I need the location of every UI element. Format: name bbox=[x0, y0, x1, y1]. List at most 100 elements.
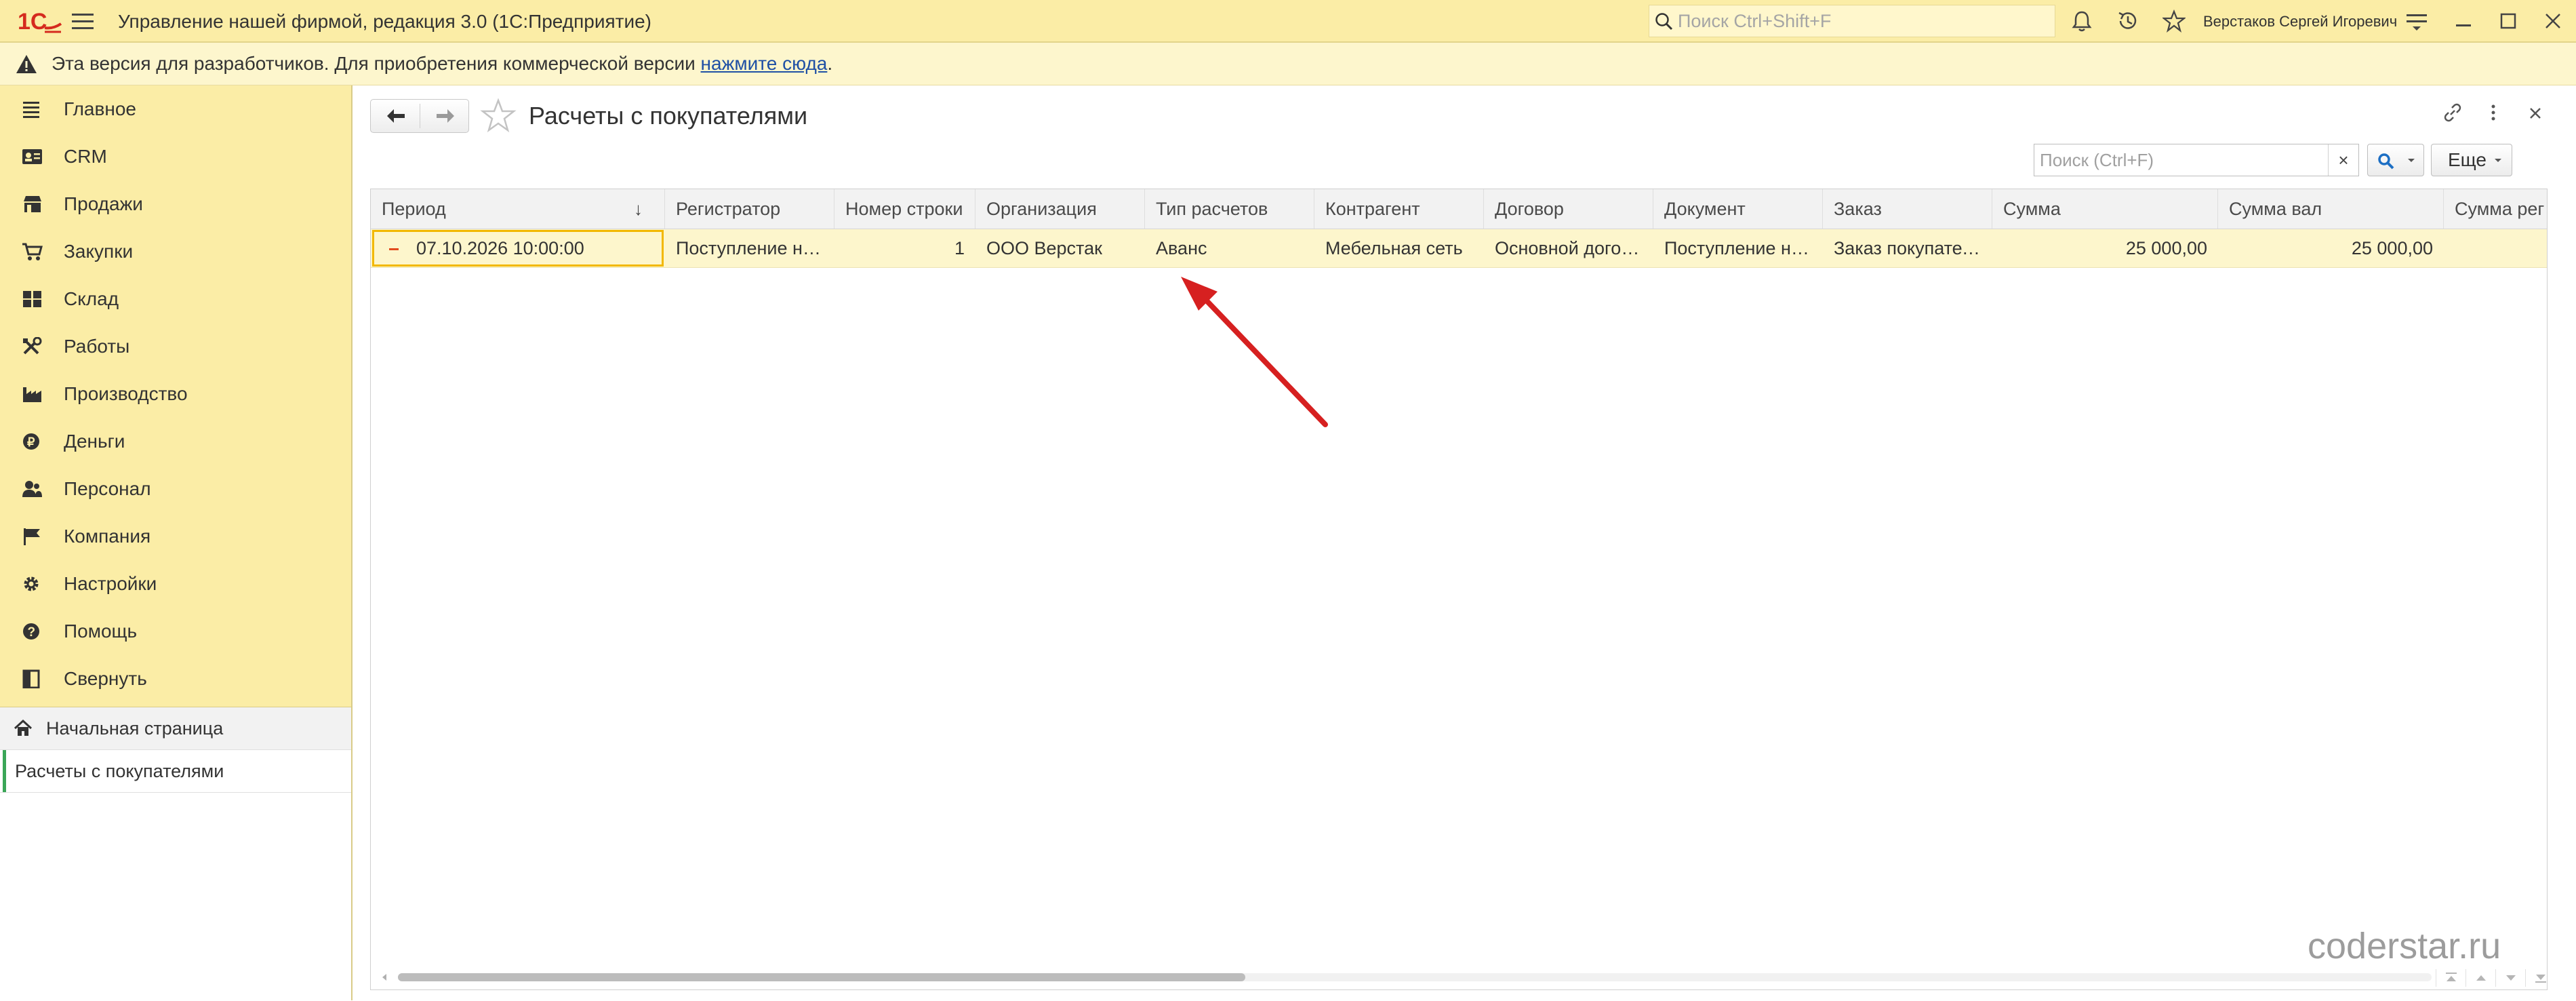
gear-icon bbox=[24, 576, 39, 591]
scroll-left-icon[interactable] bbox=[380, 973, 388, 981]
section-personnel[interactable]: Персонал bbox=[0, 465, 351, 513]
global-search-box[interactable] bbox=[1649, 5, 2055, 37]
section-sales[interactable]: Продажи bbox=[0, 180, 351, 228]
section-settings[interactable]: Настройки bbox=[0, 560, 351, 608]
form-search-input[interactable] bbox=[2040, 144, 2325, 176]
home-page-tab[interactable]: Начальная страница bbox=[0, 707, 351, 750]
period-value: 07.10.2026 10:00:00 bbox=[416, 238, 584, 258]
cell-period[interactable]: 07.10.2026 10:00:00 bbox=[372, 230, 664, 267]
svg-text:?: ? bbox=[28, 625, 36, 640]
search-options-button[interactable] bbox=[2367, 144, 2424, 176]
column-header-order[interactable]: Заказ bbox=[1823, 189, 1992, 229]
column-header-amount-currency[interactable]: Сумма вал bbox=[2218, 189, 2444, 229]
scrollbar-track[interactable] bbox=[398, 973, 2432, 981]
help-icon: ? bbox=[23, 623, 39, 640]
section-label: Настройки bbox=[64, 573, 157, 594]
scroll-to-top-button[interactable] bbox=[2436, 969, 2466, 987]
maximize-icon[interactable] bbox=[2499, 9, 2519, 33]
favorites-star-icon[interactable] bbox=[2162, 9, 2186, 33]
cell-contract[interactable]: Основной договор bbox=[1484, 229, 1653, 267]
section-money[interactable]: ₽ Деньги bbox=[0, 418, 351, 465]
collapse-panel-icon bbox=[22, 669, 40, 688]
section-warehouse[interactable]: Склад bbox=[0, 275, 351, 323]
column-header-registrar[interactable]: Регистратор bbox=[665, 189, 834, 229]
section-main[interactable]: Главное bbox=[0, 85, 351, 133]
global-search-input[interactable] bbox=[1678, 5, 2044, 37]
column-header-label: Сумма рег bbox=[2455, 199, 2545, 219]
horizontal-scrollbar[interactable] bbox=[371, 968, 2547, 988]
user-name[interactable]: Верстаков Сергей Игоревич bbox=[2203, 0, 2397, 43]
section-production[interactable]: Производство bbox=[0, 370, 351, 418]
cell-registrar[interactable]: Поступление на счет bbox=[665, 229, 834, 267]
forward-button[interactable] bbox=[420, 100, 469, 132]
factory-icon bbox=[23, 387, 41, 402]
link-icon[interactable] bbox=[2440, 100, 2465, 125]
crm-card-icon bbox=[22, 149, 42, 164]
column-header-settlement-type[interactable]: Тип расчетов bbox=[1145, 189, 1314, 229]
chevron-down-icon bbox=[2408, 159, 2415, 162]
history-icon[interactable] bbox=[2116, 9, 2139, 33]
cell-counterparty[interactable]: Мебельная сеть bbox=[1314, 229, 1484, 267]
open-window-customer-settlements[interactable]: Расчеты с покупателями bbox=[0, 750, 351, 793]
close-window-icon[interactable] bbox=[2543, 9, 2564, 33]
cell-organization[interactable]: ООО Верстак bbox=[975, 229, 1145, 267]
column-header-amount[interactable]: Сумма bbox=[1992, 189, 2218, 229]
column-header-contract[interactable]: Договор bbox=[1484, 189, 1653, 229]
ruble-coin-icon: ₽ bbox=[23, 433, 39, 450]
cell-document[interactable]: Поступление на счет bbox=[1653, 229, 1823, 267]
section-label: Персонал bbox=[64, 478, 151, 499]
bell-icon[interactable] bbox=[2070, 9, 2093, 33]
column-header-line-number[interactable]: Номер строки bbox=[834, 189, 975, 229]
scroll-bottom-icon bbox=[2535, 975, 2546, 983]
column-header-label: Сумма вал bbox=[2229, 199, 2322, 219]
form-title: Расчеты с покупателями bbox=[529, 102, 808, 130]
section-purchases[interactable]: Закупки bbox=[0, 228, 351, 275]
form-search-box[interactable]: × bbox=[2034, 144, 2359, 176]
scroll-to-bottom-button[interactable] bbox=[2525, 969, 2547, 987]
back-button[interactable] bbox=[371, 100, 420, 132]
more-button-label: Еще bbox=[2448, 149, 2487, 170]
section-crm[interactable]: CRM bbox=[0, 133, 351, 180]
arrow-right-icon bbox=[437, 109, 454, 123]
settlements-table[interactable]: Период ↓ Регистратор Номер строки Органи… bbox=[370, 189, 2548, 990]
cell-amount-currency[interactable]: 25 000,00 bbox=[2218, 229, 2444, 267]
section-collapse[interactable]: Свернуть bbox=[0, 655, 351, 703]
svg-text:1С: 1С bbox=[18, 9, 47, 33]
minimize-icon[interactable] bbox=[2454, 9, 2474, 33]
section-label: CRM bbox=[64, 146, 107, 167]
main-menu-icon[interactable] bbox=[72, 12, 95, 32]
close-form-icon[interactable] bbox=[2527, 100, 2545, 125]
section-company[interactable]: Компания bbox=[0, 513, 351, 560]
table-row[interactable]: 07.10.2026 10:00:00 Поступление на счет … bbox=[371, 229, 2547, 268]
section-works[interactable]: Работы bbox=[0, 323, 351, 370]
clear-search-button[interactable]: × bbox=[2328, 144, 2358, 176]
site-watermark: coderstar.ru bbox=[2308, 926, 2501, 966]
column-header-label: Контрагент bbox=[1325, 199, 1420, 219]
cell-settlement-type[interactable]: Аванс bbox=[1145, 229, 1314, 267]
buy-commercial-link[interactable]: нажмите сюда bbox=[701, 53, 828, 74]
scroll-up-button[interactable] bbox=[2466, 969, 2496, 987]
add-to-favorites-star-icon[interactable] bbox=[480, 98, 517, 134]
cell-order[interactable]: Заказ покупателя bbox=[1823, 229, 1992, 267]
notice-suffix: . bbox=[827, 53, 833, 74]
column-header-period[interactable]: Период bbox=[371, 189, 665, 229]
search-icon bbox=[2378, 153, 2394, 170]
scroll-down-button[interactable] bbox=[2495, 969, 2526, 987]
section-label: Помощь bbox=[64, 621, 138, 642]
column-header-counterparty[interactable]: Контрагент bbox=[1314, 189, 1484, 229]
sections-nav: Главное CRM Продажи Закупки Склад Работы… bbox=[0, 85, 351, 703]
section-help[interactable]: ? Помощь bbox=[0, 608, 351, 655]
more-button[interactable]: Еще bbox=[2431, 144, 2512, 176]
scrollbar-thumb[interactable] bbox=[398, 973, 1245, 981]
flag-icon bbox=[24, 528, 40, 545]
more-actions-icon[interactable] bbox=[2487, 100, 2500, 125]
cell-amount[interactable]: 25 000,00 bbox=[1992, 229, 2218, 267]
column-header-organization[interactable]: Организация bbox=[975, 189, 1145, 229]
settings-menu-icon[interactable] bbox=[2405, 9, 2428, 33]
cell-amount-regulated[interactable] bbox=[2444, 229, 2547, 267]
notice-text: Эта версия для разработчиков. Для приобр… bbox=[52, 43, 832, 85]
developer-version-notice: Эта версия для разработчиков. Для приобр… bbox=[0, 43, 2576, 85]
column-header-document[interactable]: Документ bbox=[1653, 189, 1823, 229]
cell-line-number[interactable]: 1 bbox=[834, 229, 975, 267]
column-header-amount-regulated[interactable]: Сумма рег bbox=[2444, 189, 2547, 229]
